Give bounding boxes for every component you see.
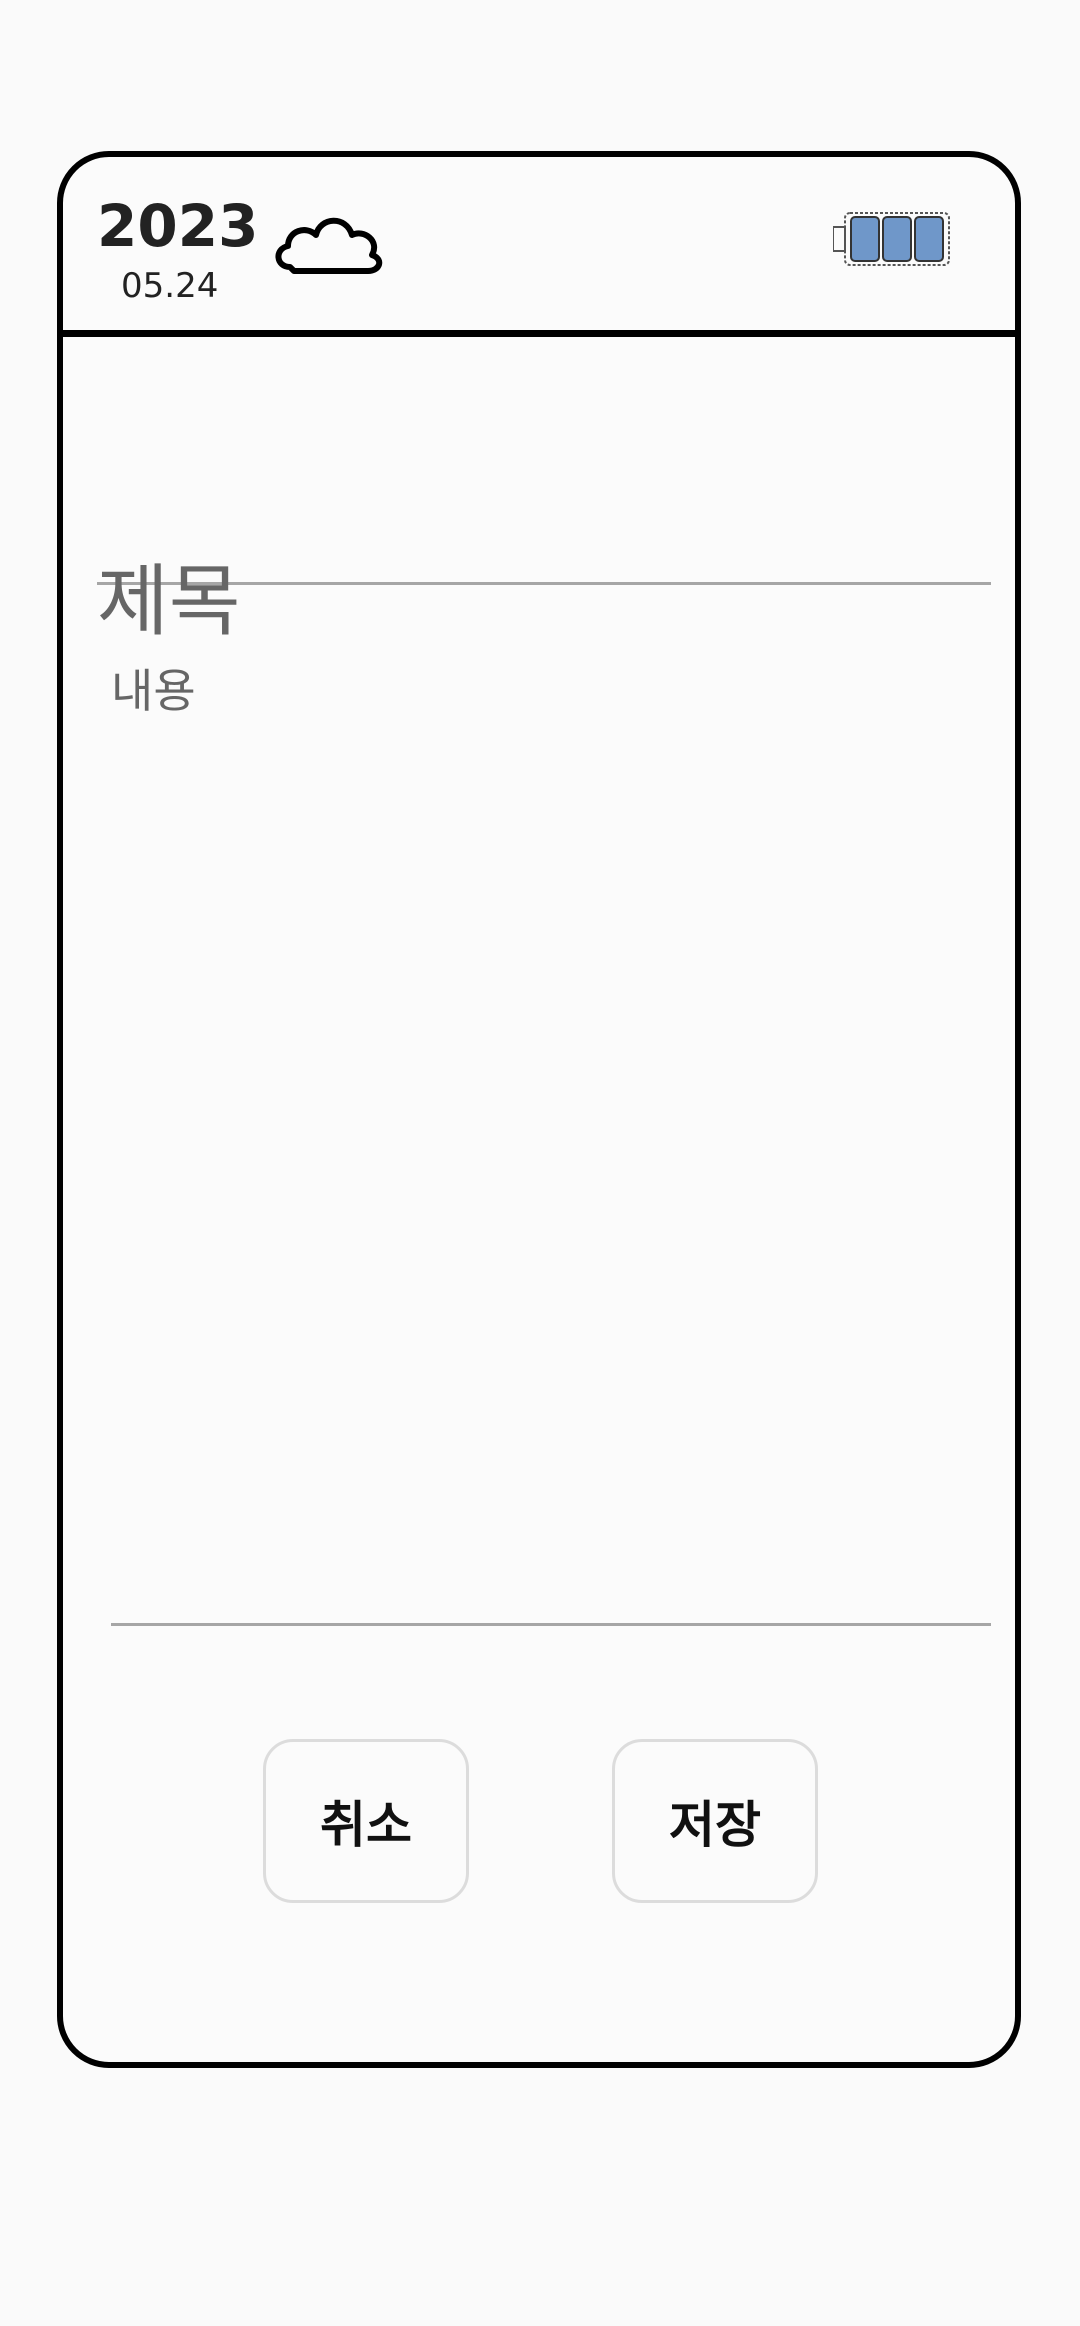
cloud-icon <box>275 217 383 274</box>
save-button[interactable]: 저장 <box>612 1739 818 1903</box>
date-label: 05.24 <box>121 266 219 306</box>
title-input[interactable]: 제목 <box>97 425 991 641</box>
content-input[interactable]: 내용 <box>111 585 991 1626</box>
year-label: 2023 <box>97 192 259 260</box>
battery-icon <box>833 212 950 266</box>
memo-card: 2023 05.24 제목 내용 취소 저장 <box>57 151 1021 2068</box>
content-placeholder: 내용 <box>111 664 196 718</box>
header-bar: 2023 05.24 <box>63 157 1015 337</box>
cancel-button[interactable]: 취소 <box>263 1739 469 1903</box>
